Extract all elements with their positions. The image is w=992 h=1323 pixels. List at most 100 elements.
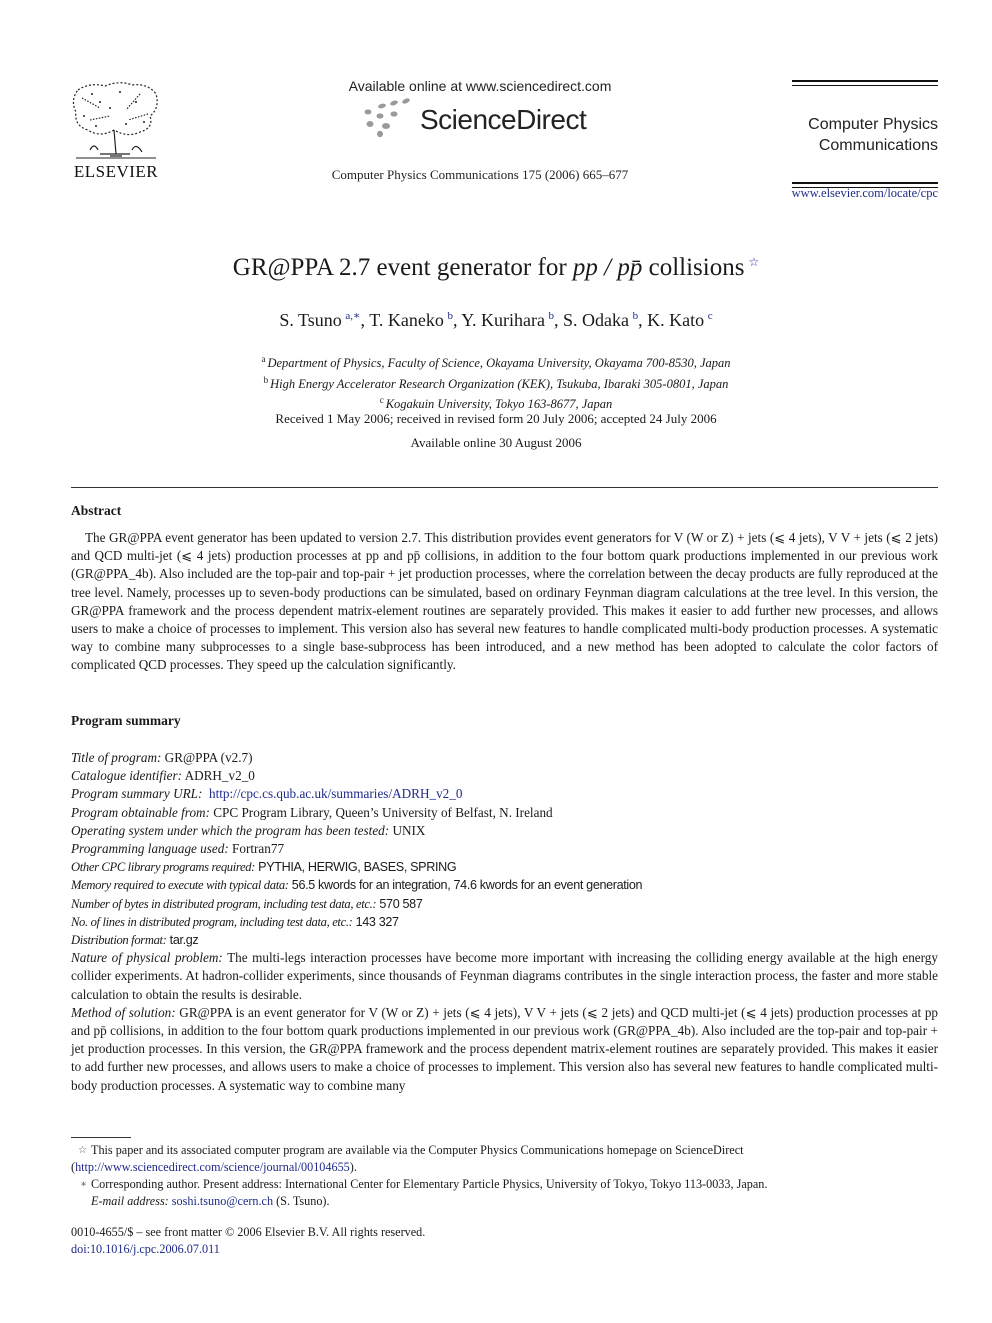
sciencedirect-dots-icon <box>364 98 410 138</box>
summary-item: Nature of physical problem: The multi-le… <box>71 949 938 1004</box>
summary-label: No. of lines in distributed program, inc… <box>71 914 353 929</box>
summary-item: Program summary URL: http://cpc.cs.qub.a… <box>71 785 938 803</box>
summary-value: GR@PPA (v2.7) <box>164 750 253 765</box>
footnote-email: E-mail address: soshi.tsuno@cern.ch (S. … <box>71 1193 938 1210</box>
program-summary-list: Title of program: GR@PPA (v2.7) Catalogue… <box>71 749 938 1095</box>
footnote-star-close: ). <box>349 1160 357 1174</box>
title-suffix: collisions <box>642 254 745 281</box>
received-dates: Received 1 May 2006; received in revised… <box>275 411 717 426</box>
corresponding-author-text: Corresponding author. Present address: I… <box>91 1177 768 1191</box>
masthead-rule-top <box>792 80 938 86</box>
journal-masthead: Computer Physics Communications <box>792 80 938 188</box>
author-affiliation-mark[interactable]: a,∗ <box>345 310 360 322</box>
author-name: K. Kato <box>647 310 705 330</box>
title-footnote-star-icon[interactable]: ☆ <box>748 255 759 269</box>
author-name: T. Kaneko <box>369 310 444 330</box>
sciencedirect-wordmark: ScienceDirect <box>420 104 587 135</box>
summary-value: 143 327 <box>355 914 399 929</box>
journal-url-link[interactable]: www.elsevier.com/locate/cpc <box>760 186 938 201</box>
elsevier-wordmark: ELSEVIER <box>73 162 159 181</box>
summary-value: ADRH_v2_0 <box>184 768 255 784</box>
summary-label: Programming language used: <box>71 841 229 857</box>
affiliation-mark: b <box>263 374 269 385</box>
summary-value: 570 587 <box>379 896 423 911</box>
copyright-line: 0010-4655/$ – see front matter © 2006 El… <box>71 1225 426 1239</box>
author-affiliation-mark[interactable]: c <box>708 310 713 322</box>
summary-item: No. of lines in distributed program, inc… <box>71 913 938 931</box>
summary-value: UNIX <box>392 822 426 838</box>
program-summary-heading: Program summary <box>71 713 181 728</box>
elsevier-tree-icon <box>72 82 158 159</box>
affiliation-text: Kogakuin University, Tokyo 163-8677, Jap… <box>385 397 613 412</box>
summary-label: Other CPC library programs required: <box>71 860 255 875</box>
email-suffix: (S. Tsuno). <box>273 1194 330 1208</box>
footnote-star: ☆ This paper and its associated computer … <box>71 1142 938 1176</box>
affiliation-mark: c <box>379 395 384 406</box>
summary-label: Method of solution: <box>71 1004 176 1020</box>
summary-item: Operating system under which the program… <box>71 822 938 840</box>
paper-title: GR@PPA 2.7 event generator for pp / pp̄ … <box>100 254 892 282</box>
abstract-body: The GR@PPA event generator has been upda… <box>71 530 938 673</box>
doi-link[interactable]: doi:10.1016/j.cpc.2006.07.011 <box>71 1242 220 1256</box>
summary-item: Number of bytes in distributed program, … <box>71 895 938 913</box>
summary-item: Program obtainable from: CPC Program Lib… <box>71 804 938 822</box>
summary-item: Programming language used: Fortran77 <box>71 840 938 858</box>
summary-label: Memory required to execute with typical … <box>71 878 289 893</box>
author: K. Kato c <box>647 310 713 330</box>
affiliation: c Kogakuin University, Tokyo 163-8677, Ja… <box>150 392 842 413</box>
footnotes: ☆ This paper and its associated computer … <box>71 1142 938 1210</box>
journal-name: Computer Physics Communications <box>792 114 938 156</box>
author-affiliation-mark[interactable]: b <box>447 310 453 322</box>
affiliation: a Department of Physics, Faculty of Scien… <box>150 351 842 372</box>
copyright-block: 0010-4655/$ – see front matter © 2006 El… <box>71 1224 425 1258</box>
author: Y. Kurihara b <box>461 310 554 330</box>
summary-label: Nature of physical problem: <box>71 950 223 966</box>
summary-label: Program summary URL: <box>71 786 203 802</box>
summary-value: Fortran77 <box>232 841 285 857</box>
author-affiliation-mark[interactable]: b <box>549 310 555 322</box>
summary-item: Catalogue identifier: ADRH_v2_0 <box>71 767 938 785</box>
journal-name-line2: Communications <box>818 137 938 154</box>
affiliation-mark: a <box>261 354 266 364</box>
summary-label: Number of bytes in distributed program, … <box>71 896 377 911</box>
sciencedirect-logo: ScienceDirect <box>360 98 600 144</box>
author: S. Tsuno a,∗ <box>279 310 360 330</box>
summary-label: Title of program: <box>71 750 162 765</box>
summary-value: 56.5 kwords for an integration, 74.6 kwo… <box>291 878 643 893</box>
summary-item: Other CPC library programs required: PYT… <box>71 858 938 876</box>
summary-label: Program obtainable from: <box>71 804 210 820</box>
summary-value: tar.gz <box>169 933 199 948</box>
summary-item: Distribution format: tar.gz <box>71 931 938 949</box>
footnote-corresponding: ∗ Corresponding author. Present address: … <box>71 1176 938 1193</box>
author-name: Y. Kurihara <box>461 310 545 330</box>
summary-value: GR@PPA is an event generator for V (W or… <box>71 1004 939 1093</box>
footnote-star-icon: ☆ <box>78 1145 87 1156</box>
summary-url-link[interactable]: http://cpc.cs.qub.ac.uk/summaries/ADRH_v… <box>209 786 462 801</box>
affiliation-text: Department of Physics, Faculty of Scienc… <box>267 356 731 371</box>
available-online-date: Available online 30 August 2006 <box>410 435 582 450</box>
email-label: E-mail address: <box>91 1194 169 1208</box>
asterisk-icon: ∗ <box>80 1179 87 1190</box>
sciencedirect-journal-link[interactable]: http://www.sciencedirect.com/science/jou… <box>75 1160 350 1174</box>
affiliation-text: High Energy Accelerator Research Organiz… <box>270 376 729 391</box>
email-link[interactable]: soshi.tsuno@cern.ch <box>172 1194 273 1208</box>
summary-label: Operating system under which the program… <box>71 822 390 838</box>
summary-value: CPC Program Library, Queen’s University … <box>213 804 553 820</box>
summary-label: Catalogue identifier: <box>71 768 182 784</box>
title-text: GR@PPA 2.7 event generator for <box>232 254 573 281</box>
author: S. Odaka b <box>563 310 638 330</box>
title-math: pp / pp̄ <box>572 254 643 281</box>
affiliation: b High Energy Accelerator Research Organi… <box>150 372 842 393</box>
footnote-rule <box>71 1137 131 1138</box>
journal-reference: Computer Physics Communications 175 (200… <box>331 167 629 182</box>
available-online-notice: Available online at www.sciencedirect.co… <box>348 78 612 94</box>
summary-item: Title of program: GR@PPA (v2.7) <box>71 749 938 767</box>
author-name: S. Tsuno <box>279 310 342 330</box>
journal-name-line1: Computer Physics <box>808 116 938 133</box>
abstract-heading: Abstract <box>71 503 122 518</box>
section-divider <box>71 487 938 488</box>
author-list: S. Tsuno a,∗, T. Kaneko b, Y. Kurihara b… <box>279 310 713 330</box>
summary-value: PYTHIA, HERWIG, BASES, SPRING <box>258 860 457 875</box>
summary-item: Memory required to execute with typical … <box>71 876 938 894</box>
author-affiliation-mark[interactable]: b <box>633 310 639 322</box>
